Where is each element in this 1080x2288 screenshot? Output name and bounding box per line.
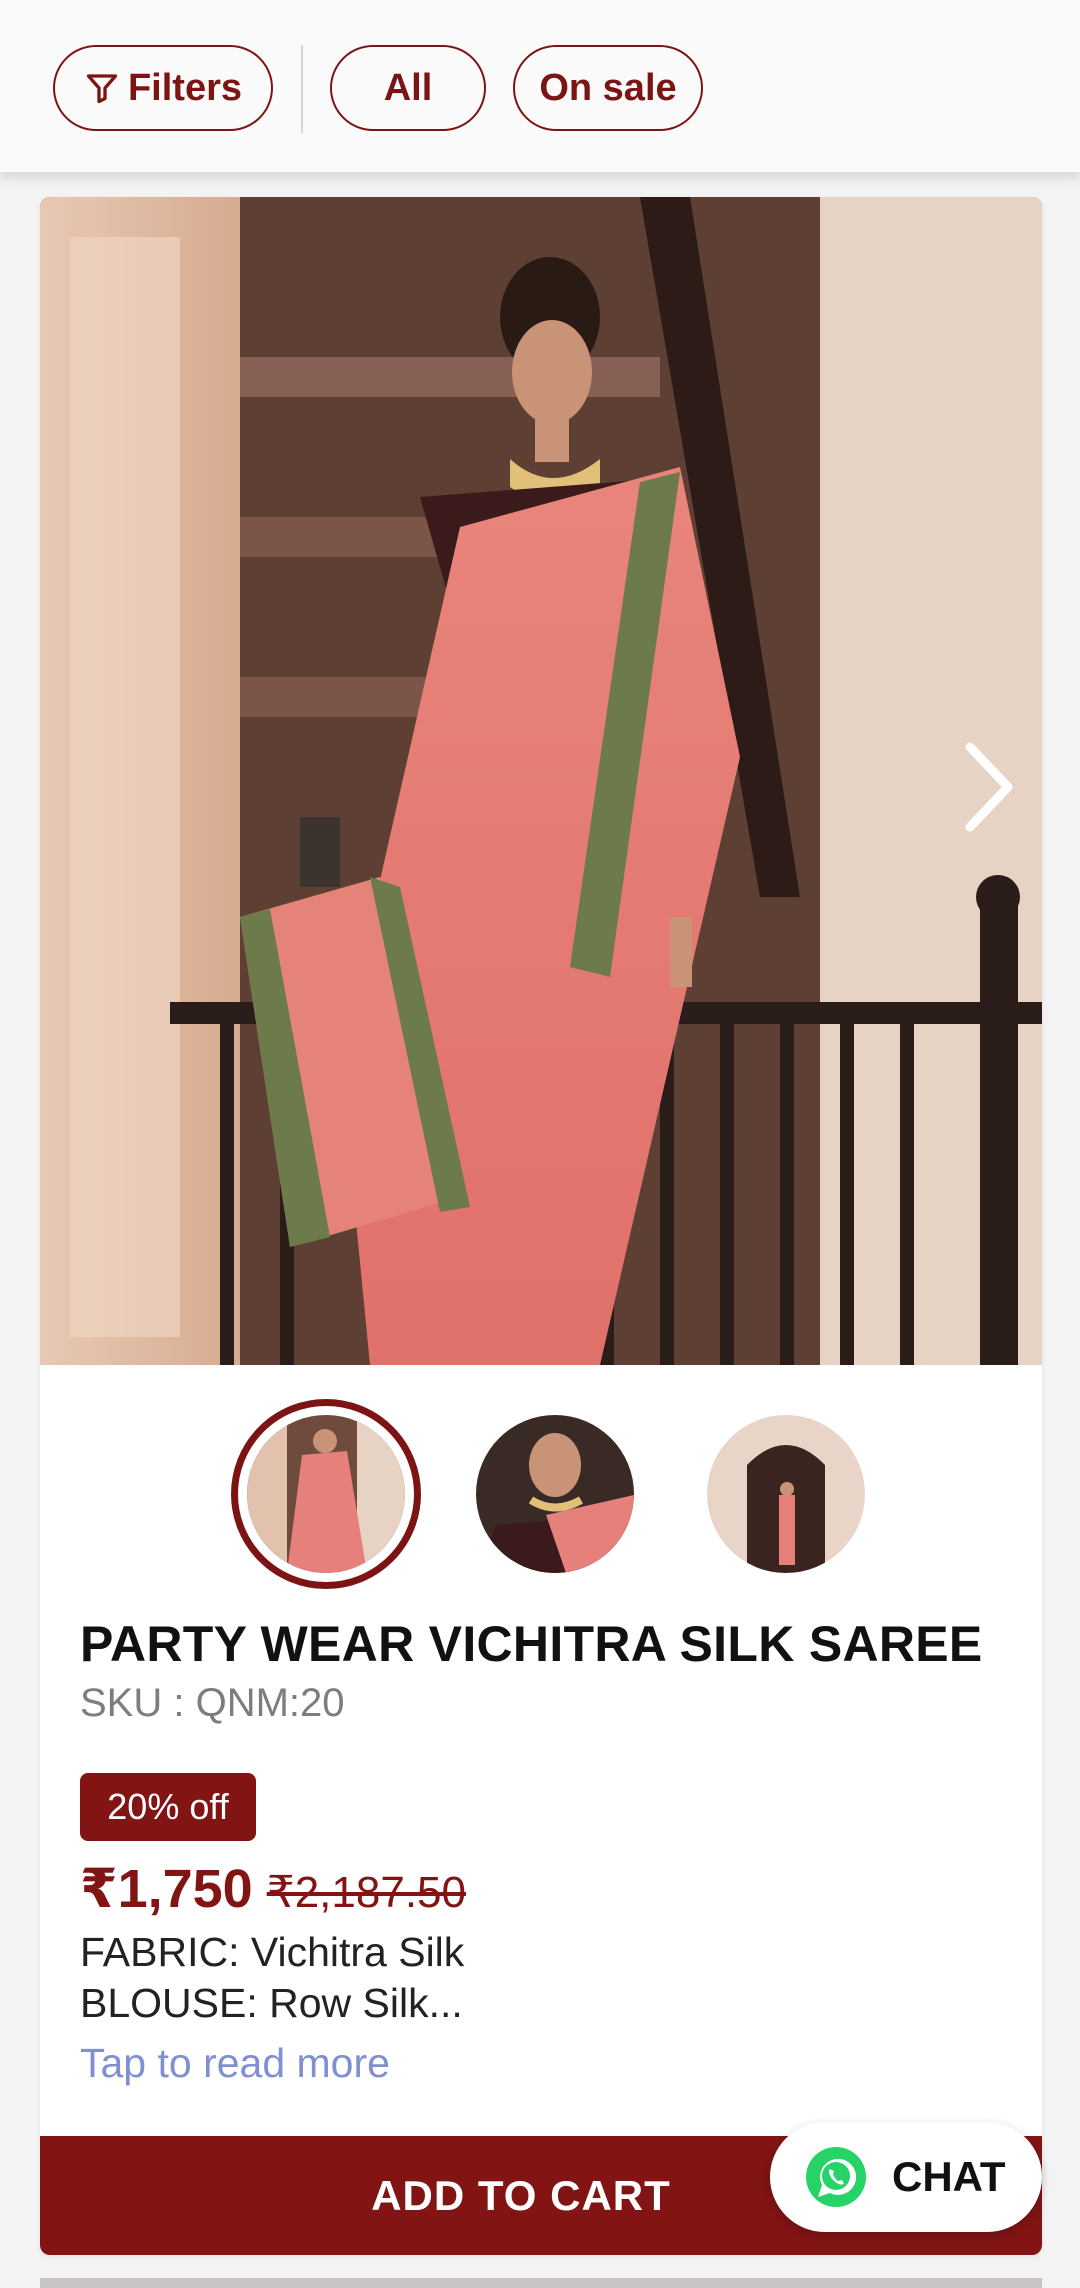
chevron-right-icon[interactable] (958, 737, 1018, 837)
add-to-cart-label: ADD TO CART (371, 2171, 671, 2219)
product-sku: SKU : QNM:20 (80, 1681, 345, 1725)
discount-badge: 20% off (80, 1773, 256, 1841)
chat-button[interactable]: CHAT (770, 2122, 1042, 2232)
image-thumbnails (40, 1399, 1042, 1589)
description-fabric: FABRIC: Vichitra Silk (80, 1929, 465, 1975)
chat-label: CHAT (892, 2153, 1006, 2200)
thumbnail-1[interactable] (231, 1399, 421, 1589)
all-filter-chip[interactable]: All (330, 45, 486, 131)
filter-icon (86, 74, 118, 104)
price-row: ₹1,750 ₹2,187.50 (80, 1857, 466, 1920)
filter-bar: Filters All On sale (0, 0, 1080, 172)
read-more-link[interactable]: Tap to read more (80, 2040, 390, 2087)
product-title: PARTY WEAR VICHITRA SILK SAREE (80, 1616, 983, 1672)
whatsapp-icon (806, 2147, 866, 2207)
filters-label: Filters (127, 66, 243, 109)
original-price: ₹2,187.50 (266, 1868, 466, 1917)
sale-price: ₹1,750 (80, 1859, 253, 1919)
filters-button[interactable]: Filters (53, 45, 273, 131)
product-description: FABRIC: Vichitra Silk BLOUSE: Row Silk..… (80, 1927, 464, 2029)
thumbnail-3[interactable] (691, 1399, 881, 1589)
next-product-card-edge (40, 2278, 1042, 2288)
product-image[interactable] (40, 197, 1042, 1365)
on-sale-label: On sale (539, 66, 677, 109)
all-label: All (383, 66, 433, 109)
divider (301, 45, 303, 133)
thumbnail-2[interactable] (460, 1399, 650, 1589)
product-card: PARTY WEAR VICHITRA SILK SAREE SKU : QNM… (40, 197, 1042, 2255)
description-blouse: BLOUSE: Row Silk... (80, 1980, 463, 2026)
on-sale-filter-chip[interactable]: On sale (513, 45, 703, 131)
